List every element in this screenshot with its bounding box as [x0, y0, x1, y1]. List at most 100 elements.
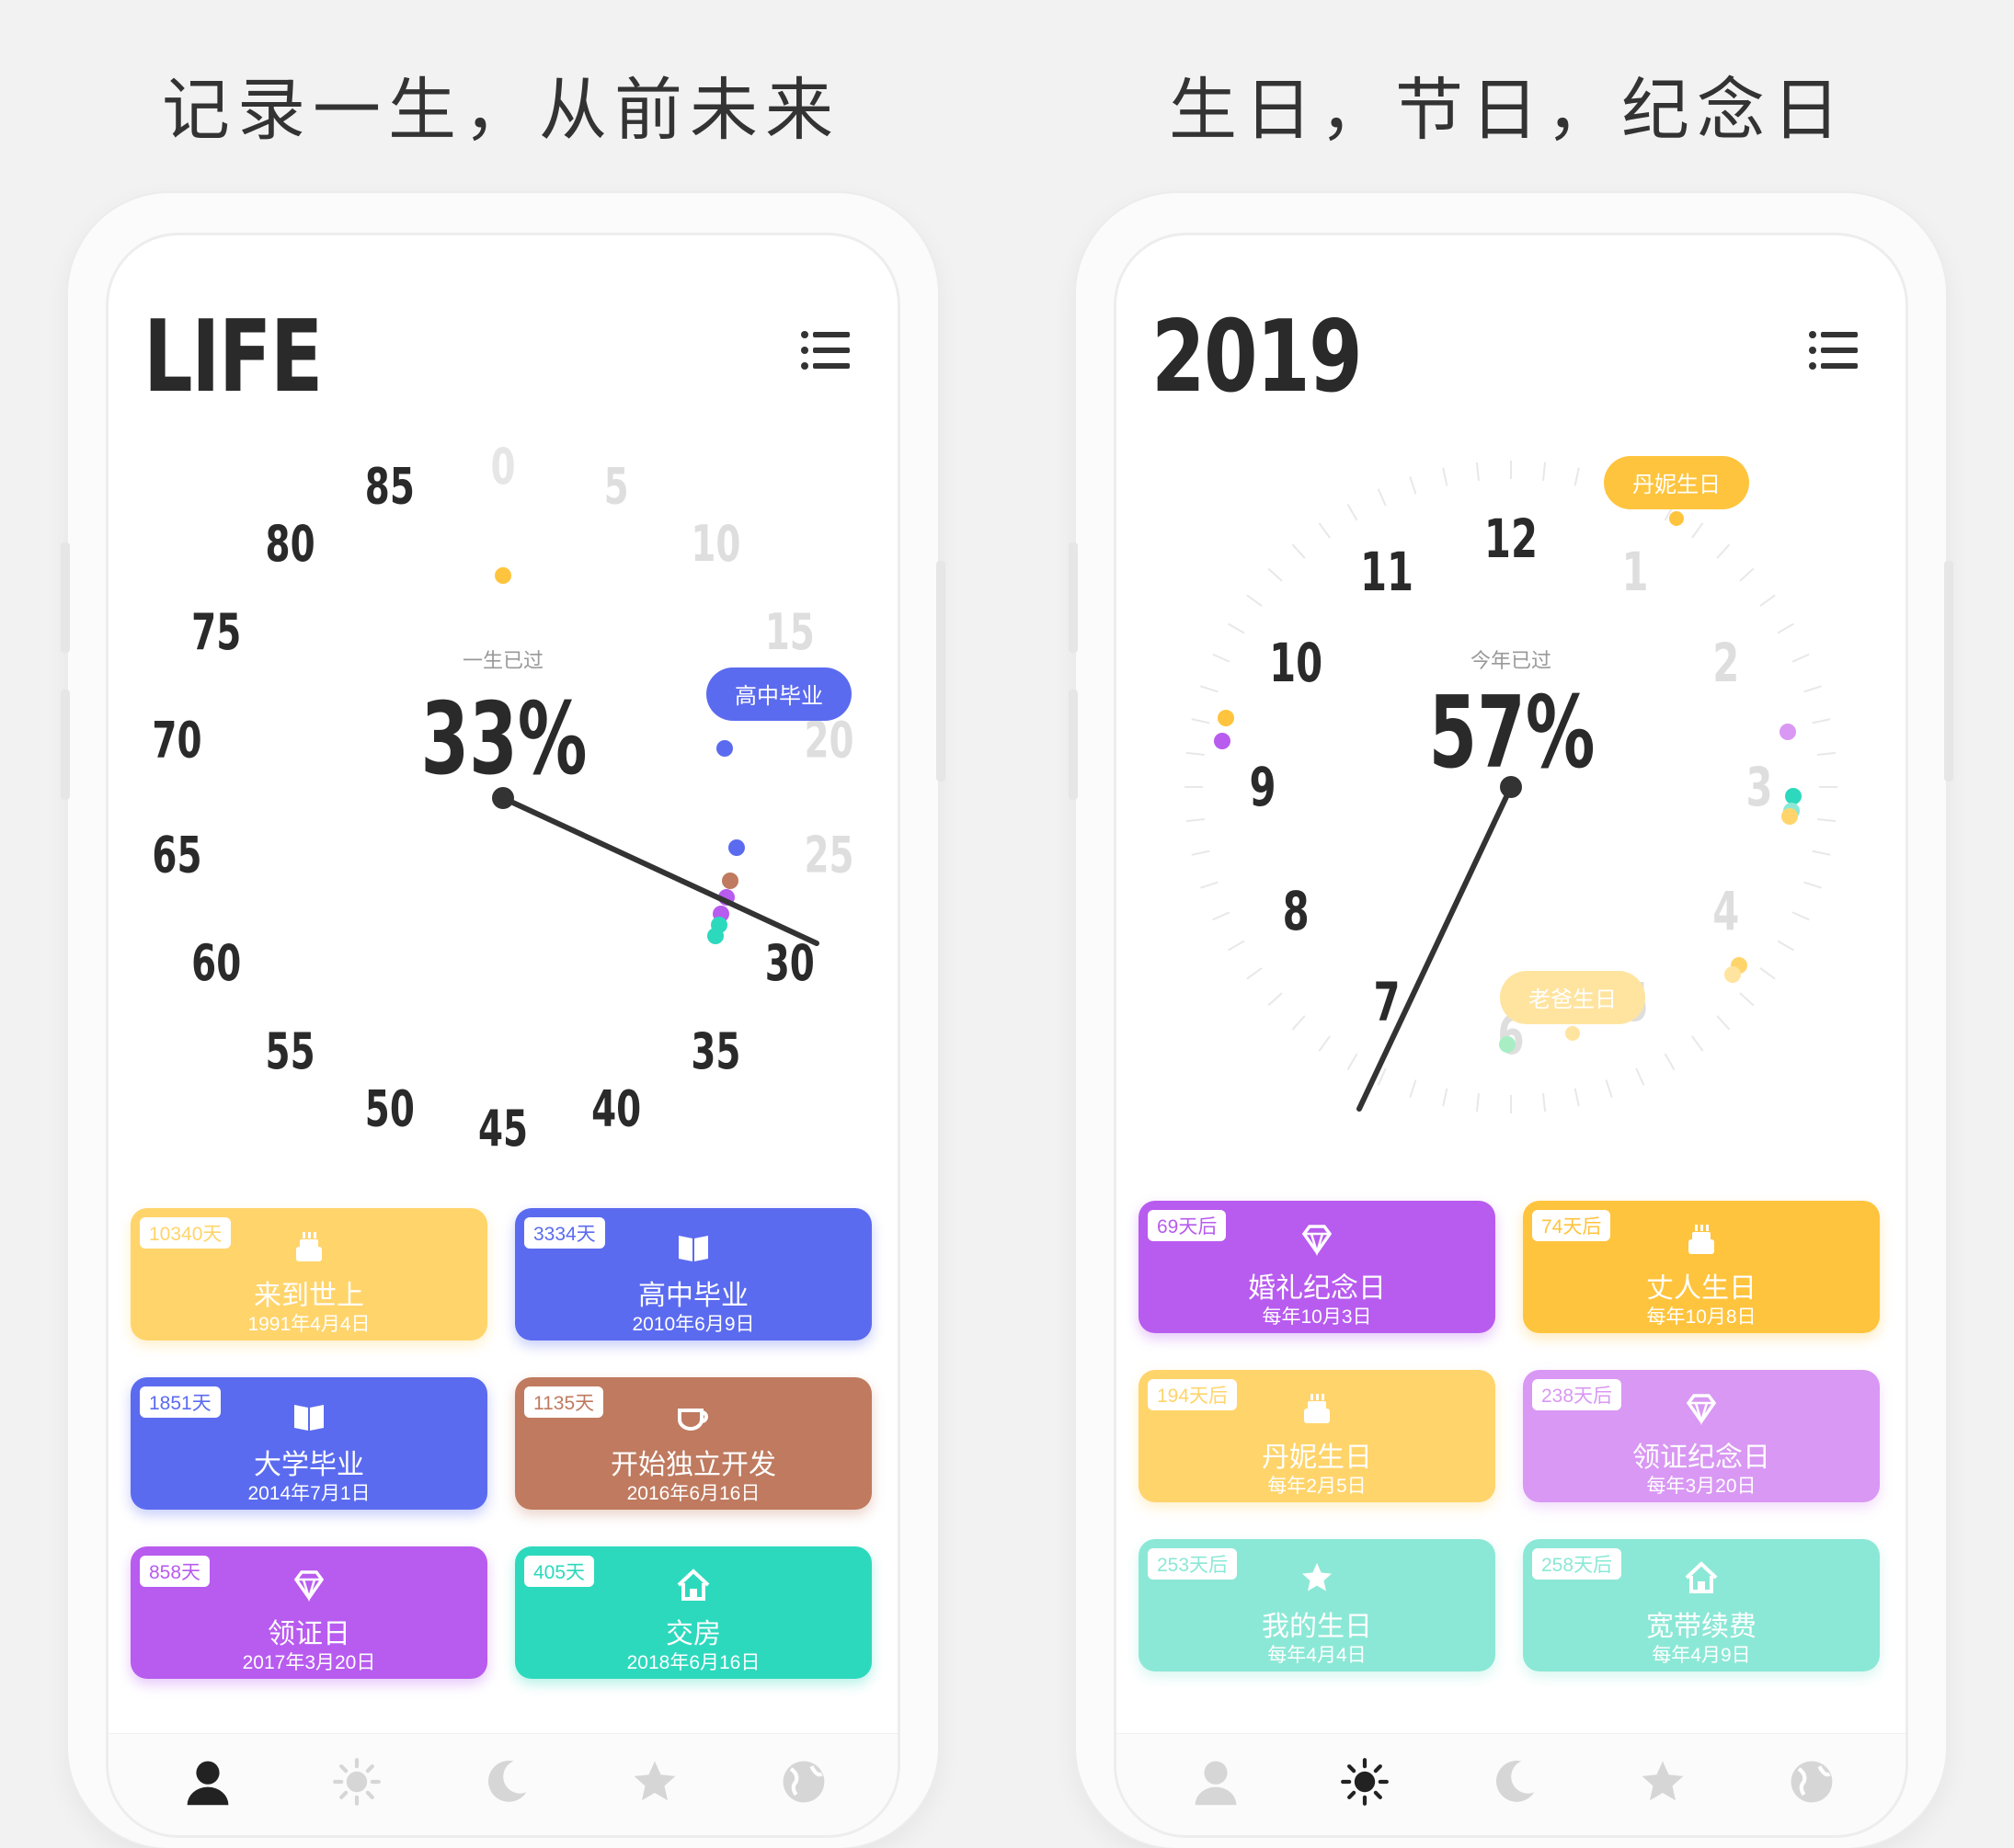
event-name: 领证纪念日: [1632, 1442, 1770, 1474]
days-badge: 74天后: [1532, 1210, 1611, 1241]
dial-percent: 33%: [421, 680, 588, 796]
sun-icon[interactable]: [331, 1756, 386, 1811]
event-card[interactable]: 858天 领证日 2017年3月20日: [131, 1546, 487, 1679]
event-dot[interactable]: [1499, 1036, 1516, 1053]
star-icon[interactable]: [629, 1756, 684, 1811]
year-screen: 2019 123456789101112 今年已过 57% 丹妮生日 老爸生日: [1116, 235, 1905, 1835]
dial-tick: [1291, 1015, 1306, 1031]
dial-label: 10: [691, 516, 740, 574]
days-badge: 1135天: [524, 1386, 604, 1418]
dial-tick: [1318, 1035, 1331, 1052]
dial-tick: [1346, 1053, 1358, 1070]
days-badge: 858天: [140, 1556, 211, 1587]
event-date: 每年10月8日: [1646, 1306, 1757, 1328]
svg-text:丹妮生日: 丹妮生日: [1632, 472, 1721, 497]
event-dot[interactable]: [716, 740, 733, 757]
event-card[interactable]: 258天后 宽带续费 每年4月9日: [1523, 1539, 1880, 1671]
dial-label: 4: [1712, 880, 1739, 942]
globe-icon[interactable]: [1786, 1756, 1841, 1811]
days-badge: 258天后: [1532, 1548, 1622, 1580]
days-badge: 238天后: [1532, 1379, 1622, 1410]
dial-label: 65: [152, 827, 201, 884]
event-date: 每年2月5日: [1267, 1476, 1367, 1497]
event-dot[interactable]: [1218, 710, 1234, 726]
event-card[interactable]: 3334天 高中毕业 2010年6月9日: [515, 1208, 872, 1340]
event-card[interactable]: 69天后 婚礼纪念日 每年10月3日: [1139, 1201, 1495, 1333]
event-card[interactable]: 238天后 领证纪念日 每年3月20日: [1523, 1370, 1880, 1502]
event-card[interactable]: 405天 交房 2018年6月16日: [515, 1546, 872, 1679]
star-icon[interactable]: [1637, 1756, 1692, 1811]
tooltip-high-school[interactable]: 高中毕业: [706, 667, 852, 721]
event-name: 大学毕业: [254, 1449, 364, 1481]
dial-tick: [1212, 911, 1230, 921]
phone-life: LIFE 0 5 10 15 20 25 30 35 40 45 50 55 60 65 70 75 80 85 …: [61, 193, 945, 1848]
days-badge: 194天后: [1148, 1379, 1238, 1410]
phone-side-button: [61, 690, 70, 800]
event-name: 我的生日: [1262, 1611, 1372, 1643]
event-card[interactable]: 10340天 来到世上 1991年4月4日: [131, 1208, 487, 1340]
dial-tick: [1803, 685, 1822, 693]
globe-icon[interactable]: [778, 1756, 833, 1811]
days-badge: 1851天: [140, 1386, 221, 1418]
event-card[interactable]: 194天后丹妮生日 每年2月5日: [1139, 1370, 1495, 1502]
dial-tick: [1817, 751, 1837, 756]
dial-tick: [1664, 1053, 1676, 1070]
dial-tick: [1246, 594, 1263, 607]
event-name: 高中毕业: [638, 1280, 749, 1312]
dial-label: 45: [478, 1101, 528, 1158]
event-date: 2014年7月1日: [247, 1483, 371, 1504]
dial-tick: [1812, 718, 1831, 724]
event-dot[interactable]: [1785, 788, 1802, 804]
event-dot[interactable]: [722, 873, 738, 889]
diamond-icon: [291, 1567, 327, 1603]
cake-icon: [1683, 1221, 1720, 1258]
moon-icon[interactable]: [480, 1756, 535, 1811]
dial-tick: [1691, 1035, 1704, 1052]
days-badge: 3334天: [524, 1217, 605, 1249]
list-icon[interactable]: [800, 327, 852, 373]
dial-tick: [1475, 462, 1480, 481]
event-name: 丹妮生日: [1262, 1442, 1372, 1474]
dial-label: 9: [1249, 756, 1276, 818]
life-dial: 0 510152025303540455055606570758085 一生已过 …: [152, 439, 853, 1158]
event-card[interactable]: 253天后 我的生日 每年4月4日: [1139, 1539, 1495, 1671]
dial-tick: [1759, 594, 1776, 607]
dial-tick: [1777, 940, 1794, 952]
dial-label: 35: [691, 1022, 740, 1080]
person-icon[interactable]: [182, 1756, 237, 1811]
headline-right: 生日，节日，纪念日: [1169, 71, 1848, 150]
dial-label: 70: [152, 712, 201, 770]
list-icon[interactable]: [1808, 327, 1860, 373]
event-dot[interactable]: [1781, 808, 1798, 825]
event-card[interactable]: 1135天 开始独立开发 2016年6月16日: [515, 1377, 872, 1510]
tooltip-danni-birthday[interactable]: 丹妮生日: [1604, 456, 1749, 526]
dial-label: 0: [490, 439, 515, 496]
event-dot[interactable]: [707, 928, 724, 944]
dial-label: 8: [1283, 880, 1310, 942]
person-icon[interactable]: [1190, 1756, 1245, 1811]
event-dot[interactable]: [728, 839, 745, 856]
dial-tick: [1739, 567, 1755, 582]
event-date: 2016年6月16日: [626, 1483, 761, 1504]
dial-tick: [1228, 622, 1245, 634]
event-name: 交房: [666, 1618, 721, 1650]
event-dot[interactable]: [1779, 724, 1796, 740]
diamond-icon: [1299, 1221, 1335, 1258]
days-badge: 10340天: [140, 1217, 232, 1249]
sun-icon[interactable]: [1339, 1756, 1394, 1811]
event-dot[interactable]: [1214, 733, 1230, 749]
event-dot[interactable]: [495, 567, 511, 584]
dial-tick: [1716, 543, 1731, 559]
dial-label: 30: [765, 935, 815, 993]
diamond-icon: [1683, 1390, 1720, 1427]
event-name: 丈人生日: [1646, 1272, 1757, 1305]
phone-side-button: [1069, 690, 1078, 800]
event-card[interactable]: 1851天大学毕业 2014年7月1日: [131, 1377, 487, 1510]
event-dot[interactable]: [1724, 966, 1741, 983]
dial-tick: [1739, 992, 1755, 1007]
moon-icon[interactable]: [1488, 1756, 1543, 1811]
event-card[interactable]: 74天后丈人生日 每年10月8日: [1523, 1201, 1880, 1333]
dial-tick: [1542, 462, 1547, 481]
dial-label: 15: [765, 604, 815, 662]
dial-label: 80: [266, 516, 315, 574]
